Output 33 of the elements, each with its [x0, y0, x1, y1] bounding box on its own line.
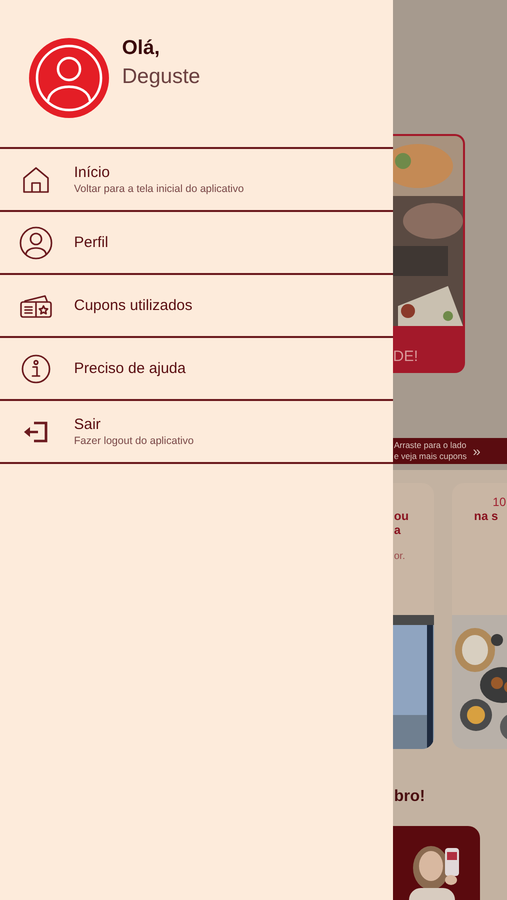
- user-icon: [19, 226, 53, 260]
- menu-item-label: Início: [74, 163, 111, 183]
- section-title: bro!: [394, 787, 426, 807]
- swipe-hint-text: Arraste para o lado: [394, 440, 467, 451]
- menu-item-label: Sair: [74, 415, 102, 435]
- offer-card[interactable]: ou a or.: [393, 483, 434, 749]
- offer-card[interactable]: 10 na s: [452, 483, 507, 749]
- offer-title: 10: [492, 495, 506, 509]
- menu-item[interactable]: Perfil: [0, 210, 393, 273]
- menu-item-label: Cupons utilizados: [74, 296, 192, 316]
- banner-card[interactable]: [393, 826, 480, 900]
- offer-title: a: [394, 523, 401, 537]
- user-name: Deguste: [122, 64, 200, 90]
- menu-item-subtitle: Voltar para a tela inicial do aplicativo: [74, 183, 244, 196]
- swipe-hint-text: e veja mais cupons: [394, 451, 467, 462]
- menu-item-subtitle: Fazer logout do aplicativo: [74, 435, 194, 448]
- chevrons-icon: »: [472, 444, 481, 458]
- menu-item-label: Perfil: [74, 232, 108, 252]
- offer-title: na s: [474, 509, 498, 523]
- menu-item[interactable]: Início Voltar para a tela inicial do aplicativo: [0, 147, 393, 210]
- tickets-icon: [19, 292, 53, 318]
- menu-item[interactable]: Preciso de ajuda: [0, 336, 393, 399]
- menu-item[interactable]: Cupons utilizados: [0, 273, 393, 336]
- info-icon: [21, 354, 51, 384]
- offer-text: or.: [394, 550, 406, 564]
- avatar-icon: [29, 38, 109, 118]
- logout-icon: [22, 420, 50, 444]
- greeting: Olá,: [122, 36, 161, 61]
- offer-title: ou: [394, 509, 409, 523]
- home-icon: [21, 164, 51, 194]
- menu-item[interactable]: Sair Fazer logout do aplicativo: [0, 399, 393, 462]
- promo-caption: DE!: [393, 347, 418, 367]
- menu-item-label: Preciso de ajuda: [74, 358, 186, 378]
